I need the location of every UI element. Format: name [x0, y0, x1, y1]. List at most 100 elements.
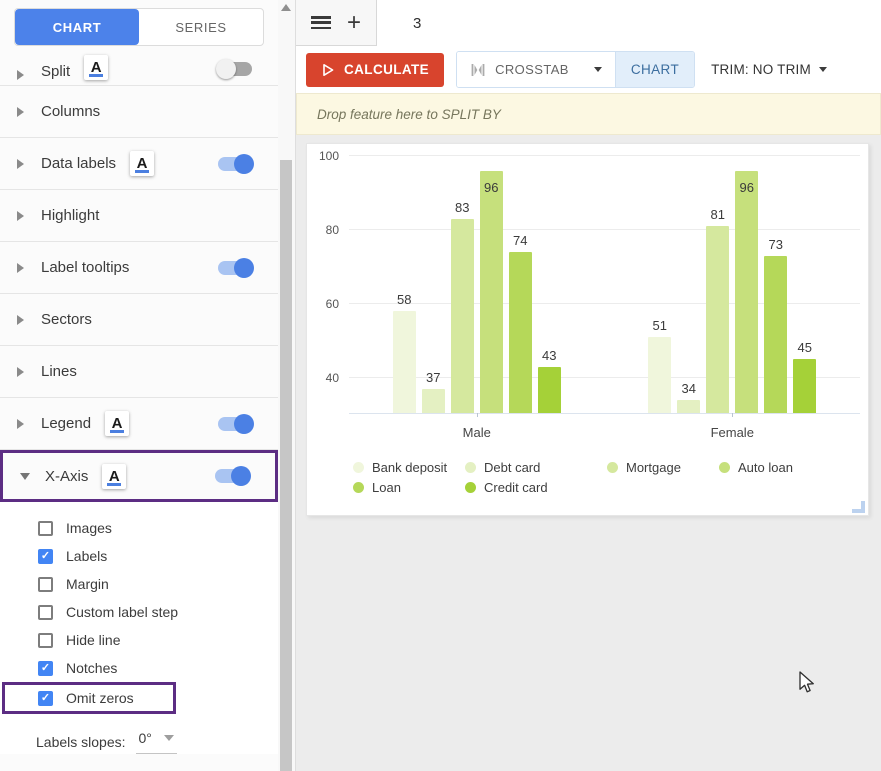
- x-axis-checkbox-list: Images✓LabelsMarginCustom label step Hide…: [0, 514, 278, 714]
- toggle-data-labels[interactable]: [218, 157, 252, 171]
- sidebar-section-highlight[interactable]: Highlight: [0, 190, 278, 242]
- chart-canvas: 406080100583783967443Male513481967345Fem…: [296, 135, 881, 771]
- checkbox-row-notches[interactable]: ✓Notches: [0, 654, 278, 682]
- legend-item-auto-loan[interactable]: Auto loan: [719, 460, 868, 475]
- bar-rect: [393, 311, 416, 413]
- bar-mortgage[interactable]: 81: [706, 226, 729, 413]
- expand-caret-icon[interactable]: [17, 419, 24, 429]
- add-tab-icon[interactable]: +: [347, 11, 361, 35]
- bar-rect: [648, 337, 671, 413]
- worksheet-tab-3[interactable]: 3: [413, 15, 421, 32]
- main-area: + 3 CALCULATE CROSSTAB: [295, 0, 881, 771]
- labels-slopes-select[interactable]: 0°: [136, 730, 177, 754]
- sidebar-section-x-axis[interactable]: X-Axis A: [0, 450, 278, 502]
- checkbox-row-hide-line[interactable]: Hide line: [0, 626, 278, 654]
- legend-item-debt-card[interactable]: Debt card: [465, 460, 607, 475]
- bar-loan[interactable]: 73: [764, 256, 787, 413]
- tab-series[interactable]: SERIES: [139, 9, 263, 45]
- font-style-icon[interactable]: A: [105, 411, 129, 436]
- legend-item-mortgage[interactable]: Mortgage: [607, 460, 719, 475]
- labels-slopes-label: Labels slopes:: [36, 734, 126, 750]
- toggle-knob: [231, 466, 251, 486]
- menu-icon[interactable]: [311, 16, 331, 29]
- y-axis-tick-label: 100: [319, 149, 339, 163]
- app-window: CHART SERIES SplitAColumnsData labelsAHi…: [0, 0, 881, 771]
- sidebar-section-data-labels[interactable]: Data labelsA: [0, 138, 278, 190]
- legend-item-credit-card[interactable]: Credit card: [465, 480, 607, 495]
- toggle-legend[interactable]: [218, 417, 252, 431]
- toggle-label-tooltips[interactable]: [218, 261, 252, 275]
- legend-swatch: [465, 482, 476, 493]
- trim-dropdown-button[interactable]: TRIM: NO TRIM: [711, 62, 827, 77]
- split-by-dropzone[interactable]: Drop feature here to SPLIT BY: [296, 93, 881, 135]
- checkbox-notches[interactable]: ✓: [38, 661, 53, 676]
- legend-label: Mortgage: [626, 460, 681, 475]
- font-style-icon[interactable]: A: [130, 151, 154, 176]
- checkbox-row-margin[interactable]: Margin: [0, 570, 278, 598]
- sidebar-section-sectors[interactable]: Sectors: [0, 294, 278, 346]
- resize-handle[interactable]: [852, 501, 865, 513]
- sidebar-section-lines[interactable]: Lines: [0, 346, 278, 398]
- section-label: X-Axis: [45, 468, 88, 485]
- scrollbar-thumb[interactable]: [280, 160, 292, 771]
- toggle-x-axis[interactable]: [215, 469, 249, 483]
- checkbox-row-custom-label-step[interactable]: Custom label step: [0, 598, 278, 626]
- expand-caret-icon[interactable]: [17, 107, 24, 117]
- font-style-icon[interactable]: A: [84, 55, 108, 80]
- bar-rect: [480, 171, 503, 413]
- checkbox-row-images[interactable]: Images: [0, 514, 278, 542]
- bar-auto-loan[interactable]: 96: [735, 171, 758, 413]
- checkbox-row-omit-zeros[interactable]: ✓Omit zeros: [2, 682, 176, 714]
- expand-caret-icon[interactable]: [17, 367, 24, 377]
- view-switcher: CROSSTAB CHART: [456, 51, 695, 88]
- expand-caret-icon[interactable]: [17, 70, 24, 80]
- checkbox-images[interactable]: [38, 521, 53, 536]
- dropzone-text: Drop feature here to SPLIT BY: [317, 107, 501, 122]
- sidebar-section-columns[interactable]: Columns: [0, 86, 278, 138]
- section-label: Split: [41, 63, 70, 80]
- checkbox-custom-label-step[interactable]: [38, 605, 53, 620]
- checkbox-row-labels[interactable]: ✓Labels: [0, 542, 278, 570]
- checkbox-hide-line[interactable]: [38, 633, 53, 648]
- sidebar-section-legend[interactable]: LegendA: [0, 398, 278, 450]
- font-style-icon[interactable]: A: [102, 464, 126, 489]
- checkbox-omit-zeros[interactable]: ✓: [38, 691, 53, 706]
- bar-debt-card[interactable]: 34: [677, 400, 700, 413]
- bar-loan[interactable]: 74: [509, 252, 532, 413]
- sidebar-scrollbar[interactable]: [278, 0, 295, 771]
- bar-credit-card[interactable]: 45: [793, 359, 816, 413]
- legend-item-loan[interactable]: Loan: [353, 480, 465, 495]
- collapse-caret-icon[interactable]: [20, 473, 30, 480]
- bar-auto-loan[interactable]: 96: [480, 171, 503, 413]
- main-toolbar: CALCULATE CROSSTAB CHART TRIM: NO TRIM: [296, 46, 881, 93]
- scroll-up-arrow-icon[interactable]: [281, 4, 291, 11]
- bar-bank-deposit[interactable]: 58: [393, 311, 416, 413]
- checkbox-margin[interactable]: [38, 577, 53, 592]
- bar-chart-card[interactable]: 406080100583783967443Male513481967345Fem…: [306, 143, 869, 516]
- toggle-knob: [234, 414, 254, 434]
- chart-view-button[interactable]: CHART: [615, 52, 694, 87]
- bar-credit-card[interactable]: 43: [538, 367, 561, 413]
- checkbox-label: Hide line: [66, 632, 120, 648]
- crosstab-dropdown-button[interactable]: CROSSTAB: [457, 52, 615, 87]
- expand-caret-icon[interactable]: [17, 159, 24, 169]
- bar-bank-deposit[interactable]: 51: [648, 337, 671, 413]
- toggle-split[interactable]: [218, 62, 252, 76]
- calculate-button[interactable]: CALCULATE: [306, 53, 444, 87]
- chart-settings-sidebar: CHART SERIES SplitAColumnsData labelsAHi…: [0, 0, 278, 771]
- expand-caret-icon[interactable]: [17, 315, 24, 325]
- bar-value-label: 74: [513, 233, 527, 248]
- x-axis-options-panel: Images✓LabelsMarginCustom label step Hide…: [0, 502, 278, 754]
- bar-mortgage[interactable]: 83: [451, 219, 474, 413]
- expand-caret-icon[interactable]: [17, 211, 24, 221]
- bar-value-label: 81: [711, 207, 725, 222]
- sidebar-section-label-tooltips[interactable]: Label tooltips: [0, 242, 278, 294]
- legend-item-bank-deposit[interactable]: Bank deposit: [353, 460, 465, 475]
- bar-value-label: 37: [426, 370, 440, 385]
- trim-label: TRIM: NO TRIM: [711, 62, 811, 77]
- expand-caret-icon[interactable]: [17, 263, 24, 273]
- tab-chart[interactable]: CHART: [15, 9, 139, 45]
- checkbox-labels[interactable]: ✓: [38, 549, 53, 564]
- bar-debt-card[interactable]: 37: [422, 389, 445, 413]
- sidebar-section-split[interactable]: Split A: [0, 46, 278, 86]
